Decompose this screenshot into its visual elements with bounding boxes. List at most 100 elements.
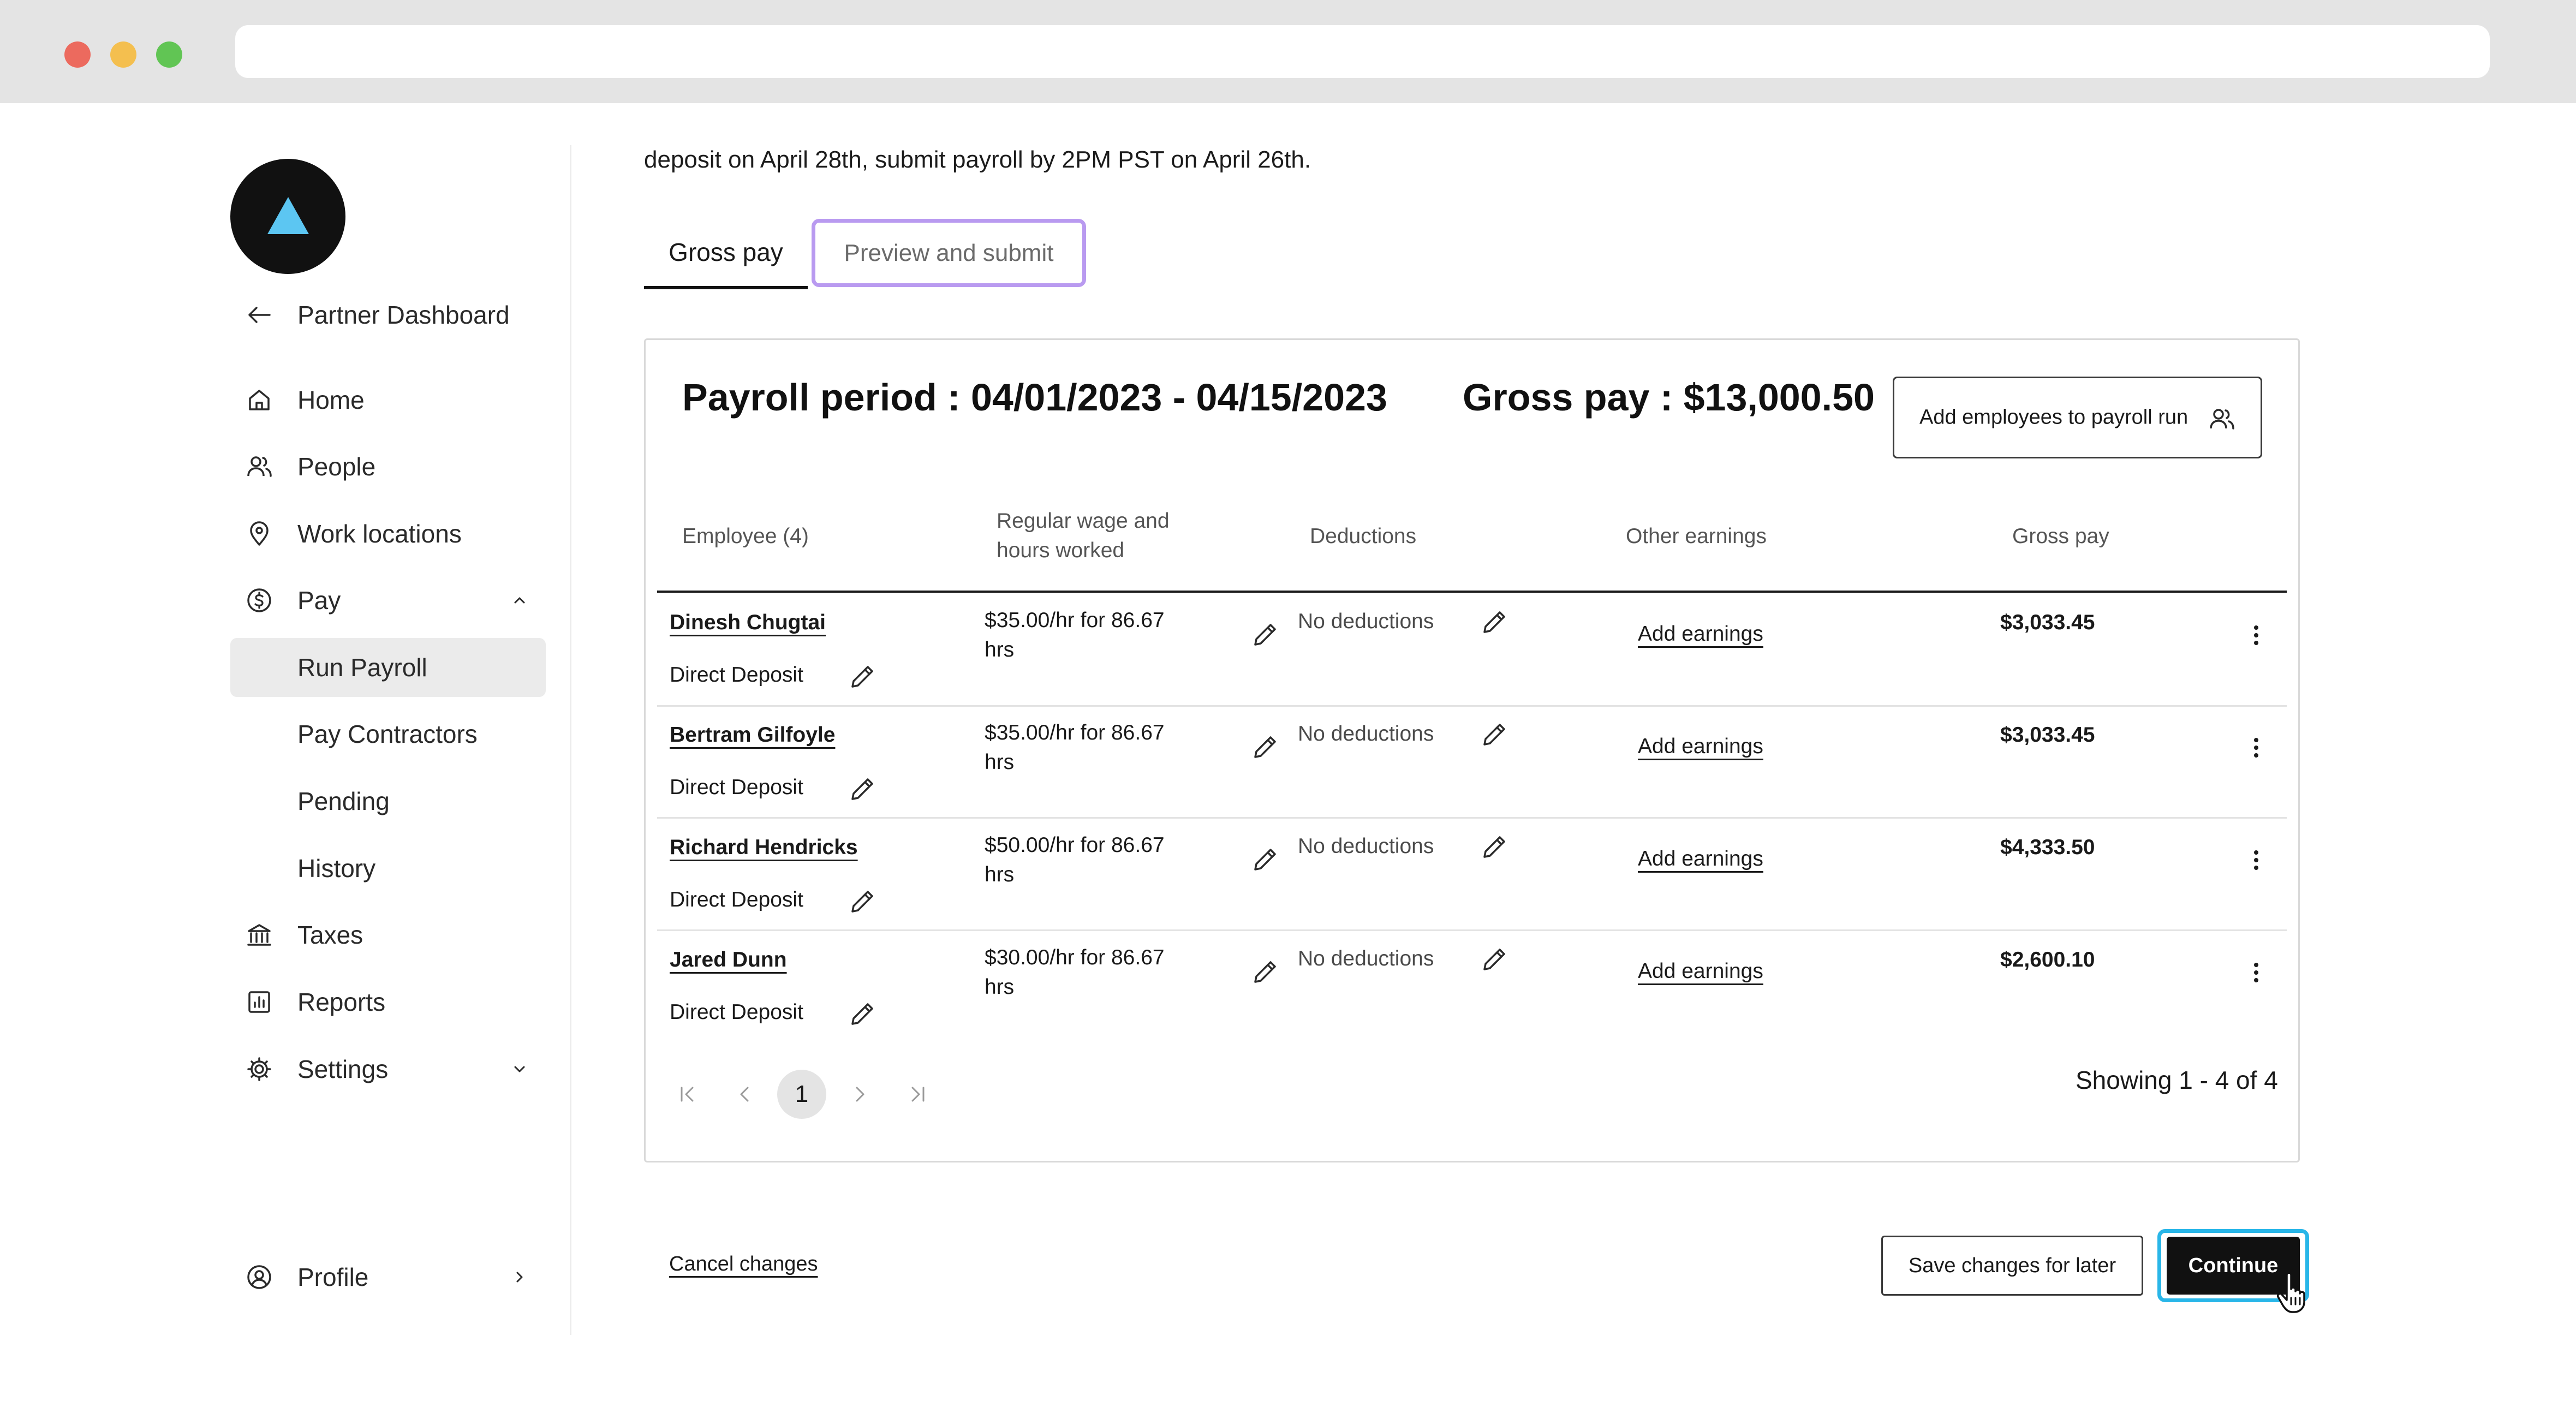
add-earnings-link[interactable]: Add earnings <box>1638 844 1763 874</box>
employee-gross-pay: $2,600.10 <box>2000 948 2095 971</box>
wage-text-line2: hrs <box>985 975 1015 999</box>
sidebar-item-profile[interactable]: Profile <box>230 1248 546 1307</box>
sidebar-item-settings[interactable]: Settings <box>230 1040 546 1099</box>
sidebar-item-label: Run Payroll <box>297 653 427 682</box>
sidebar-item-label: Home <box>297 386 365 414</box>
edit-payment-icon[interactable] <box>847 999 878 1029</box>
chevron-right-icon <box>856 1087 864 1102</box>
wage-text-line1: $35.00/hr for 86.67 <box>985 721 1165 744</box>
partner-dashboard-label: Partner Dashboard <box>297 301 510 329</box>
payment-method: Direct Deposit <box>670 663 803 687</box>
tab-gross-pay[interactable]: Gross pay <box>644 218 808 289</box>
edit-deductions-icon[interactable] <box>1479 832 1510 862</box>
row-menu-icon[interactable] <box>2251 623 2262 647</box>
sidebar-item-people[interactable]: People <box>230 437 546 496</box>
employee-name-link[interactable]: Jared Dunn <box>670 945 787 975</box>
sidebar-item-pending[interactable]: Pending <box>230 772 546 831</box>
sidebar-item-pay-contractors[interactable]: Pay Contractors <box>230 705 546 764</box>
row-menu-icon[interactable] <box>2251 848 2262 872</box>
pagination-summary: Showing 1 - 4 of 4 <box>2076 1066 2278 1094</box>
edit-payment-icon[interactable] <box>847 886 878 917</box>
sidebar-item-taxes[interactable]: Taxes <box>230 905 546 964</box>
add-earnings-link[interactable]: Add earnings <box>1638 619 1763 649</box>
row-divider <box>657 929 2287 931</box>
edit-wage-icon[interactable] <box>1250 619 1280 650</box>
wage-text-line2: hrs <box>985 863 1015 886</box>
chevron-left-icon <box>740 1087 749 1102</box>
sidebar-item-home[interactable]: Home <box>230 371 546 430</box>
edit-deductions-icon[interactable] <box>1479 719 1510 750</box>
edit-payment-icon[interactable] <box>847 774 878 804</box>
row-menu-icon[interactable] <box>2251 961 2262 985</box>
chevron-right-icon <box>516 1272 523 1283</box>
edit-wage-icon[interactable] <box>1250 844 1280 875</box>
payment-method: Direct Deposit <box>670 1000 803 1024</box>
sidebar-item-label: Taxes <box>297 921 363 949</box>
location-pin-icon <box>250 521 269 546</box>
employee-gross-pay: $3,033.45 <box>2000 723 2095 747</box>
next-page-button[interactable] <box>835 1070 884 1119</box>
row-menu-icon[interactable] <box>2251 736 2262 760</box>
add-employees-label: Add employees to payroll run <box>1919 406 2189 429</box>
wage-text-line1: $30.00/hr for 86.67 <box>985 946 1165 969</box>
hand-pointer-cursor-icon <box>2276 1272 2305 1313</box>
partner-dashboard-link[interactable]: Partner Dashboard <box>230 285 546 344</box>
window-minimize-dot[interactable] <box>110 41 136 68</box>
address-bar[interactable] <box>235 25 2490 78</box>
add-earnings-link[interactable]: Add earnings <box>1638 732 1763 761</box>
people-icon <box>2210 409 2234 430</box>
gear-icon <box>247 1057 271 1081</box>
column-header-wage-line1: Regular wage and <box>997 509 1170 533</box>
add-earnings-link[interactable]: Add earnings <box>1638 957 1763 986</box>
employee-name-link[interactable]: Bertram Gilfoyle <box>670 720 835 750</box>
payment-method: Direct Deposit <box>670 888 803 911</box>
first-page-icon <box>681 1087 694 1102</box>
edit-wage-icon[interactable] <box>1250 732 1280 762</box>
bank-icon <box>247 924 271 946</box>
cancel-changes-link[interactable]: Cancel changes <box>669 1253 818 1276</box>
sidebar-item-label: Pay <box>297 586 341 615</box>
last-page-button[interactable] <box>893 1070 943 1119</box>
sidebar-item-label: Profile <box>297 1263 369 1291</box>
employee-name-link[interactable]: Dinesh Chugtai <box>670 608 826 637</box>
app-logo[interactable] <box>230 159 345 274</box>
browser-chrome <box>0 0 2576 103</box>
add-employees-button[interactable]: Add employees to payroll run <box>1893 377 2262 458</box>
payroll-card <box>644 338 2300 1162</box>
sidebar-item-pay[interactable]: Pay <box>230 571 546 630</box>
sidebar-item-label: Work locations <box>297 520 462 548</box>
page-number-button[interactable]: 1 <box>777 1070 826 1119</box>
employee-gross-pay: $4,333.50 <box>2000 836 2095 859</box>
last-page-icon <box>911 1087 925 1102</box>
window-close-dot[interactable] <box>64 41 91 68</box>
sidebar-item-label: Reports <box>297 988 386 1016</box>
gross-pay-total: Gross pay : $13,000.50 <box>1463 376 1875 419</box>
column-header-deductions: Deductions <box>1310 524 1417 548</box>
previous-page-button[interactable] <box>720 1070 770 1119</box>
wage-text-line1: $50.00/hr for 86.67 <box>985 833 1165 857</box>
sidebar-item-work-locations[interactable]: Work locations <box>230 504 546 563</box>
deductions-text: No deductions <box>1298 722 1434 746</box>
edit-wage-icon[interactable] <box>1250 957 1280 987</box>
window-maximize-dot[interactable] <box>156 41 182 68</box>
triangle-logo-icon <box>267 197 309 234</box>
home-icon <box>249 390 270 410</box>
deductions-text: No deductions <box>1298 610 1434 633</box>
sidebar-item-label: Pay Contractors <box>297 720 478 748</box>
sidebar-item-run-payroll[interactable]: Run Payroll <box>230 638 546 697</box>
sidebar-item-history[interactable]: History <box>230 839 546 898</box>
sidebar-item-label: Pending <box>297 787 390 815</box>
first-page-button[interactable] <box>663 1070 712 1119</box>
sidebar-divider <box>570 145 571 1335</box>
tab-preview-and-submit[interactable]: Preview and submit <box>812 219 1086 287</box>
edit-deductions-icon[interactable] <box>1479 607 1510 637</box>
edit-deductions-icon[interactable] <box>1479 944 1510 975</box>
payment-method: Direct Deposit <box>670 776 803 799</box>
employee-name-link[interactable]: Richard Hendricks <box>670 833 858 862</box>
save-changes-button[interactable]: Save changes for later <box>1881 1236 2143 1296</box>
sidebar-item-reports[interactable]: Reports <box>230 973 546 1032</box>
column-header-other-earnings: Other earnings <box>1626 524 1767 548</box>
edit-payment-icon[interactable] <box>847 661 878 692</box>
column-header-gross-pay: Gross pay <box>2012 524 2109 548</box>
deductions-text: No deductions <box>1298 834 1434 858</box>
